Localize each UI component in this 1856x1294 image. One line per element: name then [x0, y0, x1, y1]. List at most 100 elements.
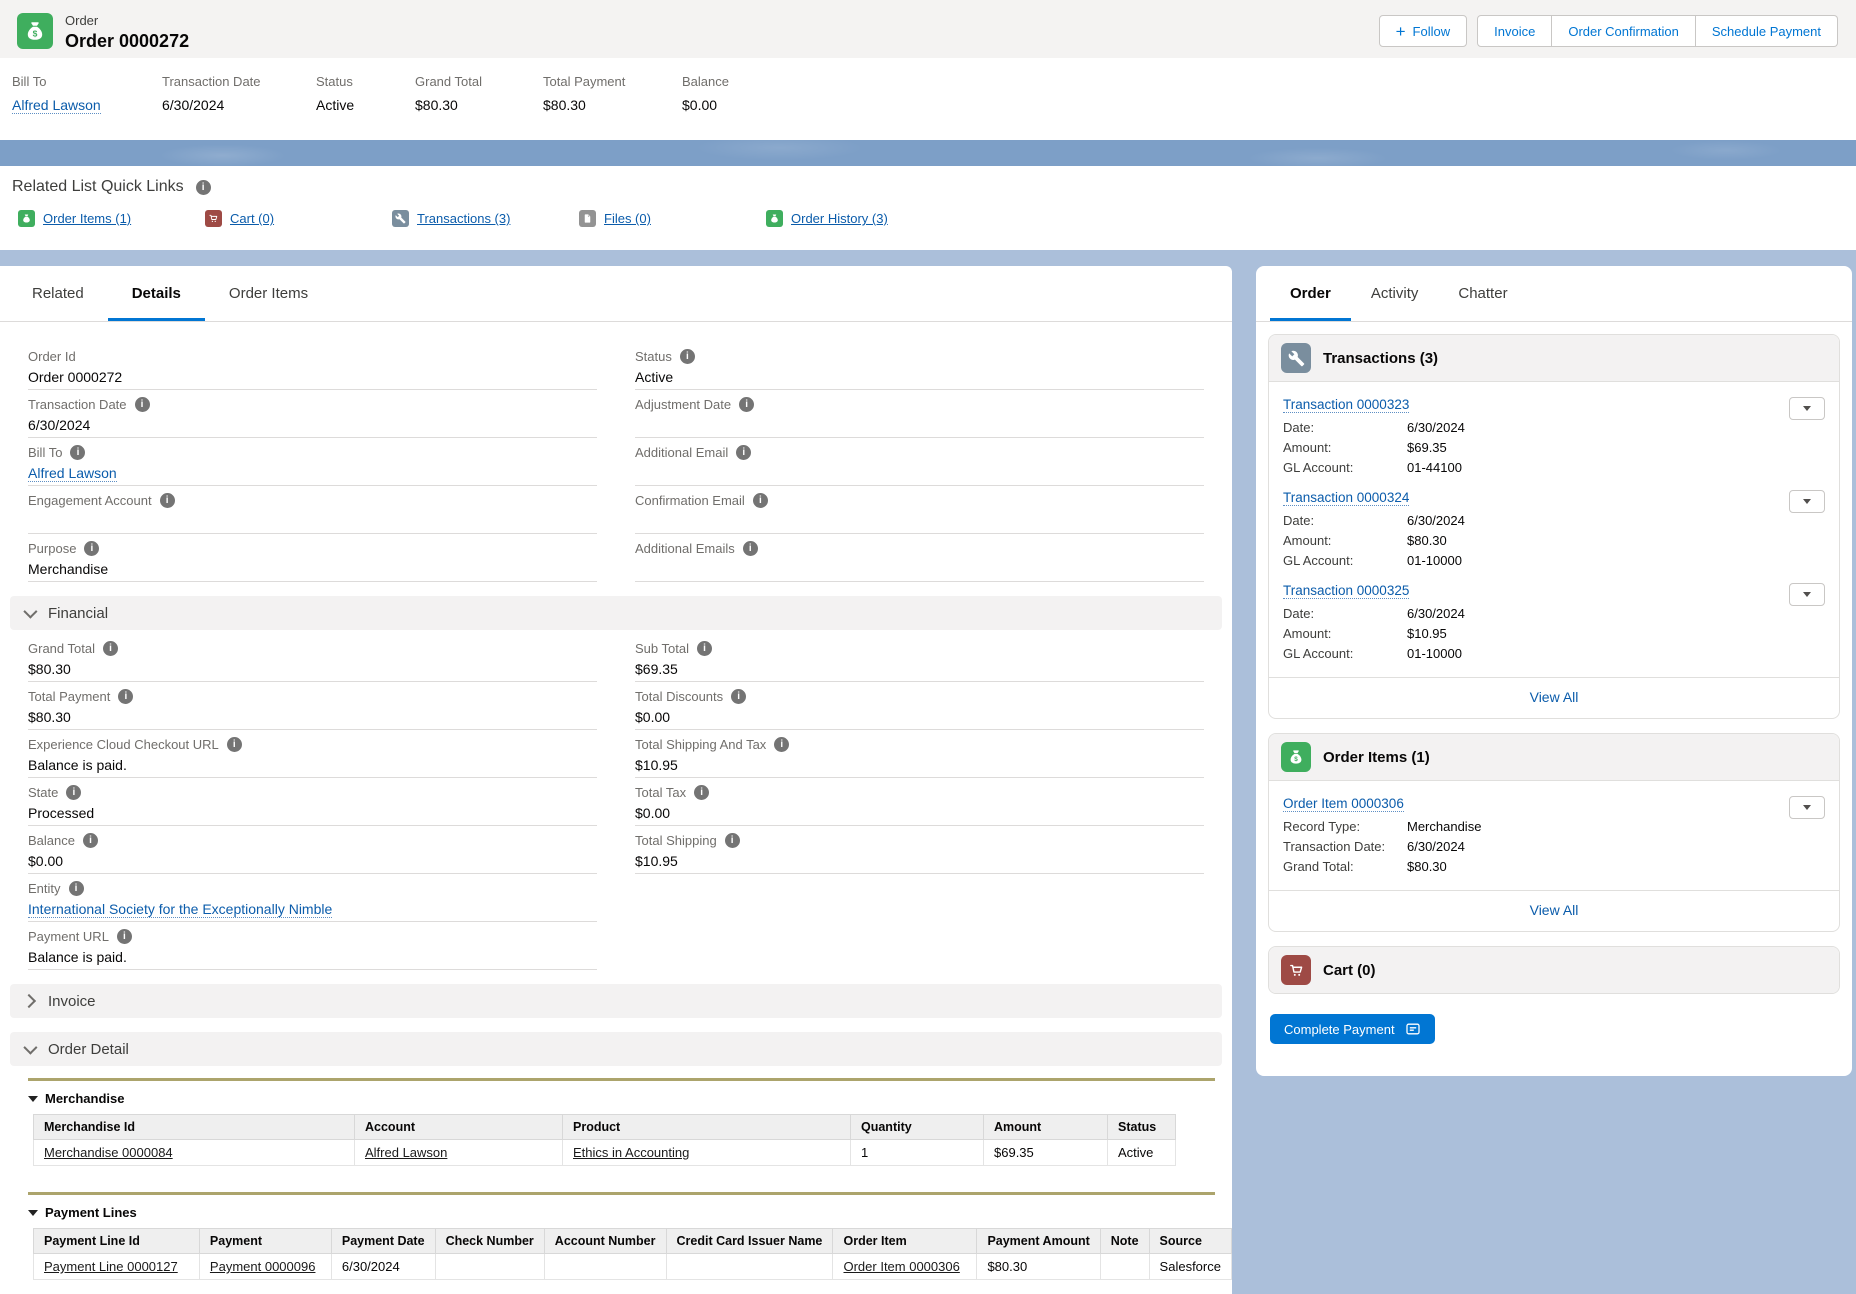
payment-line-id-link[interactable]: Payment Line 0000127	[44, 1259, 178, 1274]
row-actions-button[interactable]	[1789, 583, 1825, 606]
info-icon[interactable]	[736, 445, 751, 460]
row-actions-button[interactable]	[1789, 796, 1825, 819]
gl-account-link[interactable]: 01-44100	[1407, 460, 1462, 475]
merchandise-id-link[interactable]: Merchandise 0000084	[44, 1145, 173, 1160]
entity-link[interactable]: International Society for the Exceptiona…	[28, 901, 332, 918]
info-icon[interactable]	[66, 785, 81, 800]
account-link[interactable]: Alfred Lawson	[365, 1145, 447, 1160]
transactions-card: Transactions (3) Transaction 0000323 Dat…	[1268, 334, 1840, 719]
info-icon[interactable]	[70, 445, 85, 460]
view-all-link[interactable]: View All	[1530, 689, 1579, 705]
field-state: State Processed	[28, 778, 597, 826]
row-actions-button[interactable]	[1789, 397, 1825, 420]
column-header: Amount	[984, 1115, 1108, 1140]
section-divider	[28, 1078, 1215, 1081]
info-icon[interactable]	[69, 881, 84, 896]
complete-payment-button[interactable]: Complete Payment	[1270, 1014, 1435, 1044]
cart-icon	[205, 210, 222, 227]
info-icon[interactable]	[227, 737, 242, 752]
section-divider	[28, 1192, 1215, 1195]
order-detail-section-header[interactable]: Order Detail	[10, 1032, 1222, 1066]
sidebar-tabs: Order Activity Chatter	[1256, 266, 1852, 322]
transactions-card-header[interactable]: Transactions (3)	[1269, 335, 1839, 381]
field-adjustment-date: Adjustment Date	[635, 390, 1204, 438]
order-item-link[interactable]: Order Item 0000306	[843, 1259, 959, 1274]
info-icon[interactable]	[160, 493, 175, 508]
transaction-link[interactable]: Transaction 0000325	[1283, 583, 1409, 599]
details-fields: Order Id Order 0000272 Transaction Date …	[0, 322, 1232, 582]
info-icon[interactable]	[743, 541, 758, 556]
tab-related[interactable]: Related	[8, 266, 108, 321]
product-link[interactable]: Ethics in Accounting	[573, 1145, 689, 1160]
transaction-link[interactable]: Transaction 0000323	[1283, 397, 1409, 413]
field-order-id: Order Id Order 0000272	[28, 342, 597, 390]
invoice-section-header[interactable]: Invoice	[10, 984, 1222, 1018]
info-icon[interactable]	[731, 689, 746, 704]
cart-icon	[1281, 955, 1311, 985]
info-icon[interactable]	[118, 689, 133, 704]
payment-link[interactable]: Payment 0000096	[210, 1259, 316, 1274]
table-row: Merchandise 0000084 Alfred Lawson Ethics…	[34, 1140, 1176, 1166]
info-icon[interactable]	[680, 349, 695, 364]
info-icon[interactable]	[739, 397, 754, 412]
payment-lines-table: Payment Line Id Payment Payment Date Che…	[33, 1228, 1232, 1280]
field-total-shipping-and-tax: Total Shipping And Tax $10.95	[635, 730, 1204, 778]
order-items-card-header[interactable]: $ Order Items (1)	[1269, 734, 1839, 780]
info-icon[interactable]	[83, 833, 98, 848]
record-type-label: Order	[65, 13, 189, 28]
field-total-tax: Total Tax $0.00	[635, 778, 1204, 826]
info-icon[interactable]	[117, 929, 132, 944]
tab-chatter[interactable]: Chatter	[1438, 266, 1527, 321]
gl-account-link[interactable]: 01-10000	[1407, 646, 1462, 661]
invoice-button[interactable]: Invoice	[1477, 15, 1552, 47]
follow-button[interactable]: Follow	[1379, 15, 1468, 47]
info-icon[interactable]	[694, 785, 709, 800]
schedule-payment-button[interactable]: Schedule Payment	[1696, 15, 1838, 47]
caret-down-icon	[1803, 499, 1811, 504]
gl-account-link[interactable]: 01-10000	[1407, 553, 1462, 568]
field-additional-email: Additional Email	[635, 438, 1204, 486]
info-icon[interactable]	[697, 641, 712, 656]
column-header: Account	[355, 1115, 563, 1140]
column-header: Payment Date	[331, 1229, 435, 1254]
row-actions-button[interactable]	[1789, 490, 1825, 513]
plus-icon	[1396, 23, 1406, 40]
column-header: Credit Card Issuer Name	[666, 1229, 833, 1254]
info-icon[interactable]	[753, 493, 768, 508]
header-actions: Follow Invoice Order Confirmation Schedu…	[1379, 13, 1838, 47]
info-icon[interactable]	[774, 737, 789, 752]
tab-activity[interactable]: Activity	[1351, 266, 1439, 321]
quick-link-order-items: Order Items (1)	[18, 210, 205, 227]
record-type-link[interactable]: Merchandise	[1407, 819, 1481, 834]
tab-order-items[interactable]: Order Items	[205, 266, 332, 321]
tab-order[interactable]: Order	[1270, 266, 1351, 321]
info-icon[interactable]	[196, 180, 211, 195]
info-icon[interactable]	[103, 641, 118, 656]
caret-down-icon	[1803, 805, 1811, 810]
payment-lines-subsection-toggle[interactable]: Payment Lines	[28, 1205, 1232, 1220]
cart-card-header[interactable]: Cart (0)	[1269, 947, 1839, 993]
info-icon[interactable]	[725, 833, 740, 848]
order-item-link[interactable]: Order Item 0000306	[1283, 796, 1404, 812]
summary-status: Status Active	[316, 74, 415, 140]
field-engagement-account: Engagement Account	[28, 486, 597, 534]
order-items-card: $ Order Items (1) Order Item 0000306 Rec…	[1268, 733, 1840, 932]
bill-to-link[interactable]: Alfred Lawson	[12, 97, 101, 114]
field-total-discounts: Total Discounts $0.00	[635, 682, 1204, 730]
order-confirmation-button[interactable]: Order Confirmation	[1552, 15, 1696, 47]
transactions-icon	[1281, 343, 1311, 373]
bill-to-link[interactable]: Alfred Lawson	[28, 465, 117, 482]
field-balance: Balance $0.00	[28, 826, 597, 874]
summary-bill-to: Bill To Alfred Lawson	[12, 74, 162, 140]
view-all-link[interactable]: View All	[1530, 902, 1579, 918]
card-title: Order Items (1)	[1323, 749, 1430, 766]
merchandise-subsection-toggle[interactable]: Merchandise	[28, 1091, 1232, 1106]
tab-details[interactable]: Details	[108, 266, 205, 321]
column-header: Account Number	[544, 1229, 666, 1254]
financial-section-header[interactable]: Financial	[10, 596, 1222, 630]
field-total-shipping: Total Shipping $10.95	[635, 826, 1204, 874]
table-row: Payment Line 0000127 Payment 0000096 6/3…	[34, 1254, 1232, 1280]
info-icon[interactable]	[84, 541, 99, 556]
transaction-link[interactable]: Transaction 0000324	[1283, 490, 1409, 506]
info-icon[interactable]	[135, 397, 150, 412]
